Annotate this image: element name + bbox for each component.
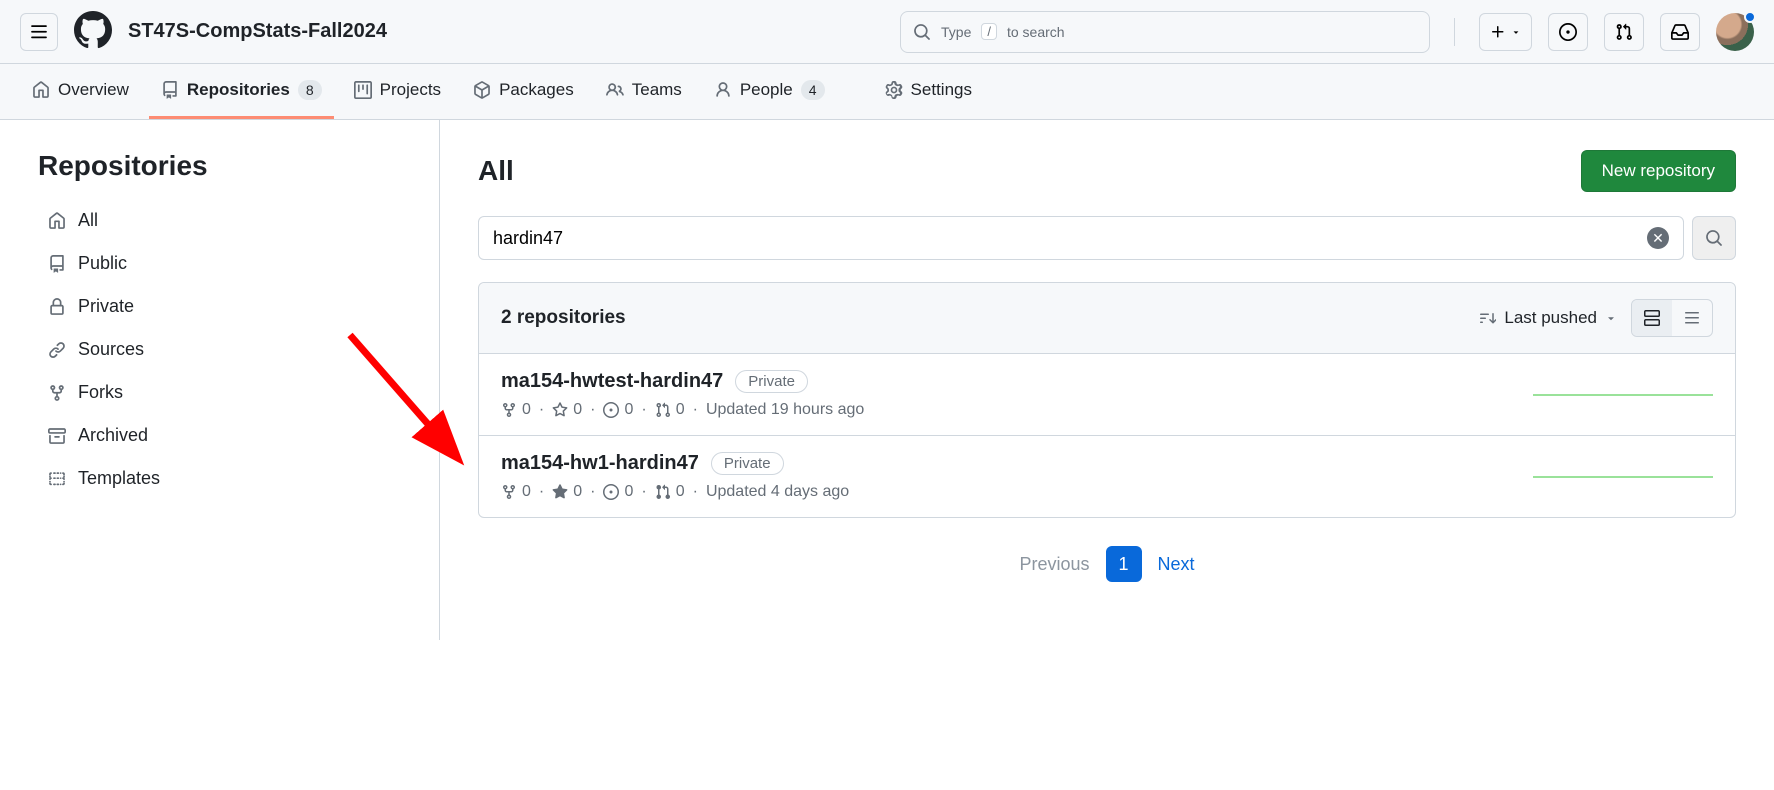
lock-icon — [48, 298, 66, 316]
sidebar-item-forks[interactable]: Forks — [38, 374, 439, 411]
main-title: All — [478, 155, 514, 187]
fork-icon — [501, 402, 517, 418]
issue-icon — [1559, 23, 1577, 41]
issue-icon — [603, 484, 619, 500]
forks-stat[interactable]: 0 — [501, 483, 531, 501]
repo-name[interactable]: ma154-hw1-hardin47 — [501, 452, 699, 475]
inbox-icon — [1671, 23, 1689, 41]
inbox-button[interactable] — [1660, 13, 1700, 51]
sidebar-title: Repositories — [38, 150, 439, 182]
repo-search-input[interactable]: ✕ — [478, 216, 1684, 260]
visibility-badge: Private — [711, 452, 784, 475]
list-icon — [1684, 310, 1700, 326]
search-button[interactable] — [1692, 216, 1736, 260]
rows-icon — [1644, 310, 1660, 326]
pull-request-icon — [1615, 23, 1633, 41]
stars-stat[interactable]: 0 — [552, 483, 582, 501]
repo-search-field[interactable] — [493, 228, 1647, 249]
clear-search-icon[interactable]: ✕ — [1647, 227, 1669, 249]
tab-repositories[interactable]: Repositories 8 — [149, 64, 334, 119]
caret-down-icon — [1511, 27, 1521, 37]
package-icon — [473, 81, 491, 99]
template-icon — [48, 470, 66, 488]
new-repository-button[interactable]: New repository — [1581, 150, 1736, 192]
fork-icon — [501, 484, 517, 500]
sidebar-item-all[interactable]: All — [38, 202, 439, 239]
create-new-button[interactable] — [1479, 13, 1532, 51]
tab-overview[interactable]: Overview — [20, 64, 141, 119]
results-count: 2 repositories — [501, 307, 626, 329]
pull-request-icon — [655, 402, 671, 418]
repositories-count: 8 — [298, 80, 322, 100]
separator — [1454, 18, 1455, 46]
tab-people[interactable]: People 4 — [702, 64, 837, 119]
activity-sparkline — [1533, 465, 1713, 489]
search-placeholder-right: to search — [1007, 24, 1065, 40]
link-icon — [48, 341, 66, 359]
menu-button[interactable] — [20, 13, 58, 51]
issues-button[interactable] — [1548, 13, 1588, 51]
sidebar-item-private[interactable]: Private — [38, 288, 439, 325]
pagination-next[interactable]: Next — [1158, 554, 1195, 575]
tab-projects[interactable]: Projects — [342, 64, 453, 119]
gear-icon — [885, 81, 903, 99]
search-icon — [1705, 229, 1723, 247]
repo-icon — [48, 255, 66, 273]
star-icon — [552, 402, 568, 418]
prs-stat[interactable]: 0 — [655, 401, 685, 419]
pagination-current[interactable]: 1 — [1106, 546, 1142, 582]
global-search[interactable]: Type / to search — [900, 11, 1430, 53]
menu-icon — [30, 23, 48, 41]
sidebar-item-public[interactable]: Public — [38, 245, 439, 282]
people-icon — [606, 81, 624, 99]
sort-icon — [1480, 310, 1496, 326]
pull-requests-button[interactable] — [1604, 13, 1644, 51]
issues-stat[interactable]: 0 — [603, 401, 633, 419]
search-icon — [913, 23, 931, 41]
search-kbd: / — [981, 23, 997, 40]
pagination-previous: Previous — [1019, 554, 1089, 575]
repo-icon — [161, 81, 179, 99]
view-compact-button[interactable] — [1672, 300, 1712, 336]
tab-packages[interactable]: Packages — [461, 64, 586, 119]
visibility-badge: Private — [735, 370, 808, 393]
updated-text: Updated 4 days ago — [706, 483, 849, 501]
home-icon — [48, 212, 66, 230]
sidebar-item-archived[interactable]: Archived — [38, 417, 439, 454]
search-placeholder-left: Type — [941, 24, 971, 40]
person-icon — [714, 81, 732, 99]
sidebar-item-templates[interactable]: Templates — [38, 460, 439, 497]
pull-request-icon — [655, 484, 671, 500]
notification-dot — [1744, 11, 1756, 23]
prs-stat[interactable]: 0 — [655, 483, 685, 501]
fork-icon — [48, 384, 66, 402]
repo-row[interactable]: ma154-hw1-hardin47 Private 0 · 0 · 0 · 0… — [479, 436, 1735, 517]
archive-icon — [48, 427, 66, 445]
tab-teams[interactable]: Teams — [594, 64, 694, 119]
tab-settings[interactable]: Settings — [873, 64, 984, 119]
updated-text: Updated 19 hours ago — [706, 401, 864, 419]
org-name[interactable]: ST47S-CompStats-Fall2024 — [128, 20, 387, 43]
caret-down-icon — [1605, 312, 1617, 324]
github-logo[interactable] — [74, 11, 112, 52]
repo-row[interactable]: ma154-hwtest-hardin47 Private 0 · 0 · 0 … — [479, 354, 1735, 436]
issues-stat[interactable]: 0 — [603, 483, 633, 501]
view-list-button[interactable] — [1632, 300, 1672, 336]
issue-icon — [603, 402, 619, 418]
plus-icon — [1490, 24, 1506, 40]
home-icon — [32, 81, 50, 99]
activity-sparkline — [1533, 383, 1713, 407]
sidebar-item-sources[interactable]: Sources — [38, 331, 439, 368]
user-avatar[interactable] — [1716, 13, 1754, 51]
people-count: 4 — [801, 80, 825, 100]
sort-button[interactable]: Last pushed — [1480, 308, 1617, 328]
forks-stat[interactable]: 0 — [501, 401, 531, 419]
star-icon — [552, 484, 568, 500]
repo-name[interactable]: ma154-hwtest-hardin47 — [501, 370, 723, 393]
project-icon — [354, 81, 372, 99]
stars-stat[interactable]: 0 — [552, 401, 582, 419]
